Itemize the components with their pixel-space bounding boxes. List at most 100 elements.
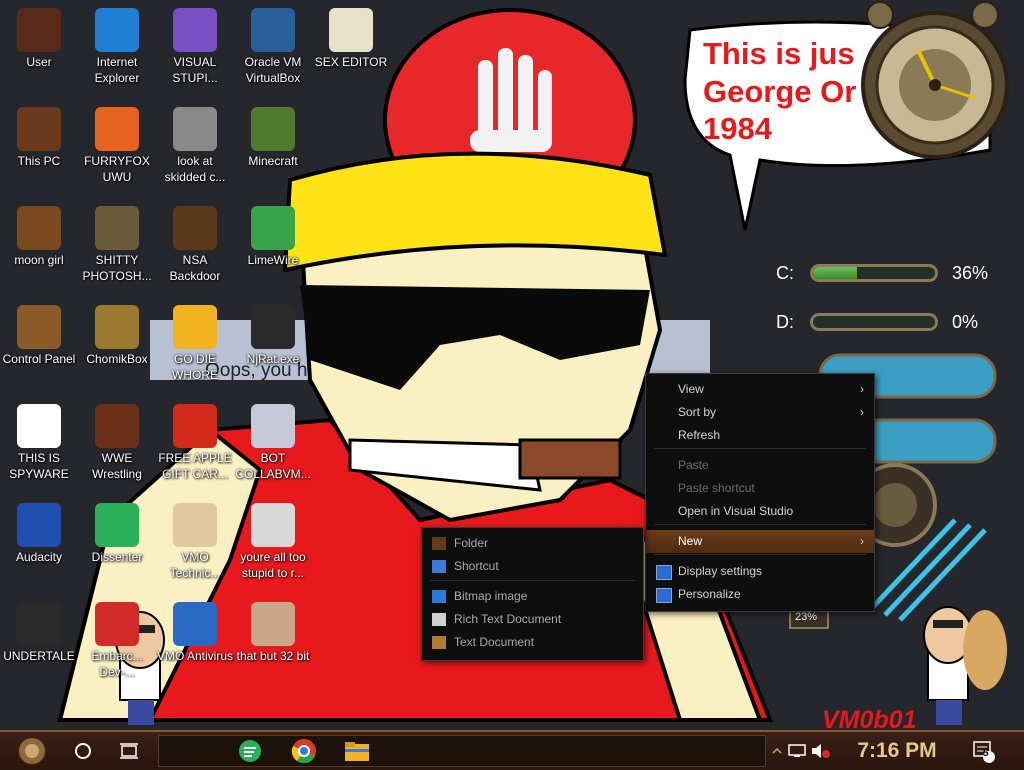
- desktop-icon-folder[interactable]: NSA Backdoor: [156, 202, 234, 284]
- action-center-button[interactable]: 5: [968, 732, 998, 770]
- context-menu-item-sort-by[interactable]: Sort by ›: [646, 401, 874, 424]
- desktop-icon-label: ChomikBox: [86, 352, 148, 366]
- dissenter-icon: [95, 503, 139, 547]
- tray-overflow-button[interactable]: [768, 732, 786, 770]
- folder-icon: [17, 206, 61, 250]
- volume-tray-button[interactable]: [810, 732, 832, 770]
- desktop-icon-label: that but 32 bit: [236, 649, 310, 663]
- drive-percent: 0%: [952, 312, 979, 332]
- drive-usage-bar: [810, 313, 938, 331]
- desktop-icon-label: SHITTY PHOTOSH...: [82, 253, 152, 283]
- desktop-icon-label: Dissenter: [91, 550, 143, 564]
- search-button[interactable]: [66, 732, 100, 770]
- desktop-icon-label: This PC: [17, 154, 61, 168]
- new-submenu-item-text-document[interactable]: Text Document: [422, 631, 643, 654]
- desktop-icon-minecraft[interactable]: Minecraft: [234, 103, 312, 169]
- menu-separator: [654, 524, 866, 525]
- new-submenu-item-rich-text-document[interactable]: Rich Text Document: [422, 608, 643, 631]
- desktop-icon-portrait[interactable]: that but 32 bit: [234, 598, 312, 664]
- steampunk-clock-widget: [861, 1, 1009, 159]
- context-menu-label: Paste: [678, 458, 709, 472]
- desktop-icon-audacity[interactable]: Audacity: [0, 499, 78, 565]
- context-menu-item-display-settings[interactable]: Display settings: [646, 560, 874, 583]
- desktop-icon-hex-editor[interactable]: SEX EDITOR: [312, 4, 390, 70]
- desktop-icon-firefox[interactable]: FURRYFOX UWU: [78, 103, 156, 185]
- context-menu-item-paste-shortcut: Paste shortcut: [646, 477, 874, 500]
- context-menu-item-refresh[interactable]: Refresh: [646, 424, 874, 447]
- desktop-icon-control-panel[interactable]: Control Panel: [0, 301, 78, 367]
- chevron-right-icon: ›: [860, 382, 864, 396]
- bitmap-icon: [432, 590, 446, 603]
- firefox-icon: [95, 107, 139, 151]
- taskbar-clock: 7:16 PM: [857, 739, 937, 762]
- desktop-icon-label: youre all too stupid to r...: [240, 550, 306, 580]
- desktop-icon-unity[interactable]: UNDERTALE: [0, 598, 78, 664]
- submenu-label: Shortcut: [454, 559, 499, 573]
- desktop-icon-adobe-de[interactable]: GO DIE WHORE: [156, 301, 234, 383]
- desktop-icon-visual-studio[interactable]: VISUAL STUPI...: [156, 4, 234, 86]
- context-menu-item-open-in-visual-studio[interactable]: Open in Visual Studio: [646, 500, 874, 523]
- desktop-icon-label: NjRat.exe: [246, 352, 300, 366]
- submenu-label: Folder: [454, 536, 489, 550]
- speech-line-2: George Or: [703, 74, 856, 109]
- new-submenu-item-folder[interactable]: Folder: [422, 532, 643, 555]
- volume-muted-icon: [812, 744, 830, 758]
- context-menu-label: Display settings: [678, 564, 763, 578]
- desktop-icon-edge[interactable]: Internet Explorer: [78, 4, 156, 86]
- desktop-icon-virtualbox[interactable]: Oracle VM VirtualBox: [234, 4, 312, 86]
- desktop-icon-portrait[interactable]: youre all too stupid to r...: [234, 499, 312, 581]
- desktop-icon-monitor[interactable]: BOT COLLABVM...: [234, 400, 312, 482]
- task-view-button[interactable]: [112, 732, 146, 770]
- desktop-icon-label: THIS IS SPYWARE: [9, 451, 69, 481]
- dissenter-taskbar-button[interactable]: [232, 732, 268, 770]
- drive-percent: 36%: [952, 263, 989, 283]
- desktop-icon-label: look at skidded c...: [164, 154, 226, 184]
- desktop-icon-chrome[interactable]: THIS IS SPYWARE: [0, 400, 78, 482]
- context-menu-item-view[interactable]: View ›: [646, 378, 874, 401]
- monitor-icon: [251, 404, 295, 448]
- file-explorer-taskbar-button[interactable]: [338, 732, 376, 770]
- chevron-right-icon: ›: [860, 534, 864, 548]
- chrome-taskbar-button[interactable]: [285, 732, 323, 770]
- new-submenu-item-bitmap-image[interactable]: Bitmap image: [422, 585, 643, 608]
- chrome-icon: [17, 404, 61, 448]
- desktop-icon-apple[interactable]: FREE APPLE GIFT CAR...: [156, 400, 234, 482]
- context-menu-label: Refresh: [678, 428, 721, 442]
- desktop-icon-embarcadero[interactable]: Embarc... Dev-...: [78, 598, 156, 680]
- minecraft-icon: [251, 107, 295, 151]
- new-submenu-item-shortcut[interactable]: Shortcut: [422, 555, 643, 578]
- desktop-icon-label: BOT COLLABVM...: [235, 451, 311, 481]
- desktop-icon-skull[interactable]: NjRat.exe: [234, 301, 312, 367]
- desktop-icon-tv[interactable]: WWE Wrestling: [78, 400, 156, 482]
- desktop-icon-label: VMO Antivirus: [156, 649, 234, 663]
- cortana-circle-icon: [75, 743, 91, 759]
- notification-count-badge: 5: [983, 748, 989, 759]
- start-gear-icon: [17, 736, 47, 766]
- task-view-icon: [120, 743, 138, 759]
- context-menu-label: Sort by: [678, 405, 717, 419]
- user-folder-icon: [17, 8, 61, 52]
- desktop-icon-label: LimeWire: [247, 253, 299, 267]
- limewire-icon: [251, 206, 295, 250]
- desktop-icon-dissenter[interactable]: Dissenter: [78, 499, 156, 565]
- desktop-icon-label: moon girl: [14, 253, 64, 267]
- desktop-icon-computer[interactable]: This PC: [0, 103, 78, 169]
- desktop-icon-folder[interactable]: moon girl: [0, 202, 78, 268]
- desktop-icon-user-folder[interactable]: User: [0, 4, 78, 70]
- apple-icon: [173, 404, 217, 448]
- desktop-icon-technician[interactable]: VMO Technic...: [156, 499, 234, 581]
- desktop-icon-shortcut-file[interactable]: look at skidded c...: [156, 103, 234, 185]
- start-button[interactable]: [6, 732, 58, 770]
- edge-icon: [95, 8, 139, 52]
- desktop-icon-label: Audacity: [15, 550, 63, 564]
- clock-button[interactable]: 7:16 PM: [842, 732, 952, 770]
- network-tray-button[interactable]: [786, 732, 808, 770]
- context-menu-item-personalize[interactable]: Personalize: [646, 583, 874, 606]
- desktop-icon-label: Minecraft: [248, 154, 298, 168]
- desktop-icon-shield[interactable]: VMO Antivirus: [156, 598, 234, 664]
- context-menu-item-new[interactable]: New ›: [646, 530, 874, 553]
- desktop-icon-limewire[interactable]: LimeWire: [234, 202, 312, 268]
- virtualbox-icon: [251, 8, 295, 52]
- desktop-icon-gimp[interactable]: SHITTY PHOTOSH...: [78, 202, 156, 284]
- desktop-icon-chomikbox[interactable]: ChomikBox: [78, 301, 156, 367]
